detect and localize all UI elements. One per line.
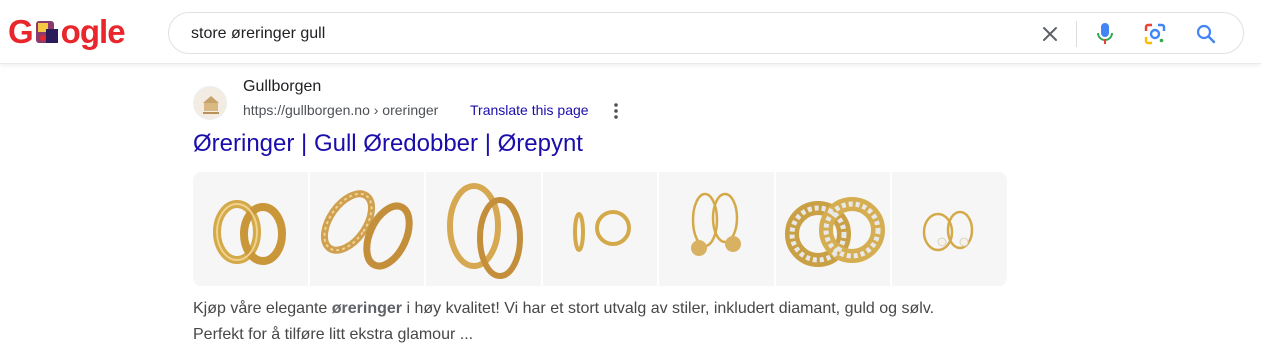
snippet-highlight: øreringer: [331, 300, 402, 317]
result-source[interactable]: Gullborgen https://gullborgen.no › oreri…: [193, 78, 793, 122]
earring-thumbnail-2[interactable]: [309, 172, 425, 286]
search-divider: [1076, 21, 1077, 47]
google-logo[interactable]: G ogle: [8, 12, 126, 52]
site-name: Gullborgen: [243, 78, 322, 95]
logo-letter-g2: g: [79, 13, 100, 50]
microphone-icon[interactable]: [1092, 21, 1118, 47]
doodle-icon: [34, 16, 60, 46]
site-favicon-icon: [193, 86, 227, 120]
earring-thumbnail-7[interactable]: [892, 172, 1007, 286]
more-options-icon[interactable]: [608, 102, 624, 120]
translate-link[interactable]: Translate this page: [470, 102, 589, 118]
earring-thumbnail-5[interactable]: [659, 172, 774, 286]
image-strip: [193, 172, 1007, 286]
logo-letter-e: e: [107, 13, 125, 50]
result-title-link[interactable]: Øreringer | Gull Øredobber | Ørepynt: [193, 130, 583, 158]
result-snippet: Kjøp våre elegante øreringer i høy kvali…: [193, 296, 1023, 348]
snippet-line-1: Kjøp våre elegante øreringer i høy kvali…: [193, 296, 1023, 322]
logo-letter-g: G: [8, 13, 34, 50]
logo-letter-o: o: [60, 13, 81, 50]
search-icon[interactable]: [1193, 21, 1219, 47]
search-box[interactable]: [168, 12, 1244, 54]
close-icon[interactable]: [1037, 21, 1063, 47]
earring-thumbnail-6[interactable]: [775, 172, 891, 286]
snippet-line-2: Perfekt for å tilføre litt ekstra glamou…: [193, 326, 474, 343]
header: G ogle: [0, 0, 1261, 64]
lens-icon[interactable]: [1142, 21, 1168, 47]
snippet-text-rest: i høy kvalitet! Vi har et stort utvalg a…: [402, 300, 935, 317]
search-input[interactable]: [191, 22, 1011, 46]
site-url: https://gullborgen.no › oreringer: [243, 102, 439, 118]
logo-letter-l: l: [99, 13, 108, 50]
earring-thumbnail-1[interactable]: [193, 172, 308, 286]
earring-thumbnail-4[interactable]: [542, 172, 658, 286]
snippet-text: Kjøp våre elegante: [193, 300, 332, 317]
earring-thumbnail-3[interactable]: [426, 172, 541, 286]
